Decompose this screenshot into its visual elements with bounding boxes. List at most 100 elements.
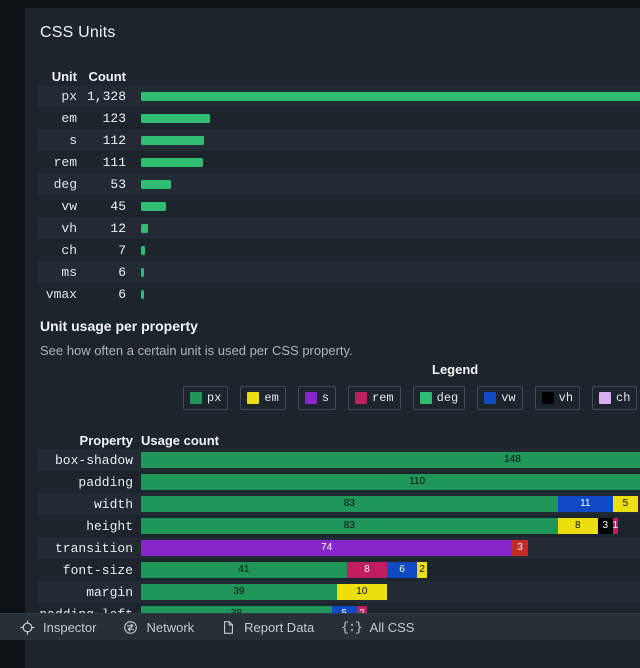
property-label: margin — [38, 585, 133, 600]
unit-count-bar — [141, 246, 145, 255]
network-icon — [123, 620, 138, 635]
property-row: box-shadow 148 — [38, 449, 640, 471]
unit-label: vh — [38, 221, 77, 236]
legend-item-deg[interactable]: deg — [413, 386, 466, 410]
unit-row: vh12 — [38, 217, 640, 239]
legend-swatch — [355, 392, 367, 404]
bottom-toolbar: Inspector Network Report Data {:} All CSS — [0, 613, 640, 640]
unit-count: 53 — [77, 177, 126, 192]
toolbar-item-network[interactable]: Network — [123, 620, 194, 635]
legend-label: em — [264, 392, 278, 404]
legend-swatch — [305, 392, 317, 404]
unit-row: deg53 — [38, 173, 640, 195]
legend-swatch — [420, 392, 432, 404]
unit-label: ms — [38, 265, 77, 280]
unit-count: 6 — [77, 287, 126, 302]
unit-count-bar — [141, 290, 144, 299]
inspector-icon — [20, 620, 35, 635]
toolbar-item-inspector[interactable]: Inspector — [20, 620, 96, 635]
legend-label: deg — [437, 392, 459, 404]
page-title: CSS Units — [40, 24, 640, 42]
legend-item-rem[interactable]: rem — [348, 386, 401, 410]
usage-bar: 83831 — [141, 518, 640, 534]
legend-item-s[interactable]: s — [298, 386, 336, 410]
usage-bar: 110 — [141, 474, 640, 490]
property-label: padding — [38, 475, 133, 490]
unit-count: 1,328 — [77, 89, 126, 104]
unit-count: 12 — [77, 221, 126, 236]
property-row: margin3910 — [38, 581, 640, 603]
property-label: width — [38, 497, 133, 512]
units-table-header: Unit Count — [38, 67, 640, 85]
unit-row: s112 — [38, 129, 640, 151]
unit-count-bar — [141, 224, 148, 233]
bar-segment-s: 74 — [141, 540, 512, 556]
unit-label: s — [38, 133, 77, 148]
bar-segment-em: 2 — [417, 562, 427, 578]
legend-item-ch[interactable]: ch — [592, 386, 637, 410]
unit-row: vw45 — [38, 195, 640, 217]
toolbar-item-report-data[interactable]: Report Data — [221, 620, 314, 635]
usage-bar: 743 — [141, 540, 640, 556]
toolbar-item-label: Inspector — [43, 620, 96, 635]
bar-segment-vw: 6 — [387, 562, 417, 578]
unit-count-bar — [141, 158, 203, 167]
bar-segment-rem: 1 — [613, 518, 618, 534]
legend-swatch — [190, 392, 202, 404]
unit-count: 45 — [77, 199, 126, 214]
unit-label: em — [38, 111, 77, 126]
unit-row: ms6 — [38, 261, 640, 283]
legend-item-vw[interactable]: vw — [477, 386, 522, 410]
legend-label: rem — [372, 392, 394, 404]
unit-row: vmax6 — [38, 283, 640, 305]
unit-count: 112 — [77, 133, 126, 148]
toolbar-item-label: Network — [146, 620, 194, 635]
bar-segment-vw: 11 — [558, 496, 613, 512]
legend-title: Legend — [432, 362, 640, 378]
bar-segment-em: 8 — [558, 518, 598, 534]
bar-segment-ms: 3 — [512, 540, 527, 556]
legend-swatch — [247, 392, 259, 404]
toolbar-item-all-css[interactable]: {:} All CSS — [341, 619, 414, 635]
unit-label: rem — [38, 155, 77, 170]
property-label: box-shadow — [38, 453, 133, 468]
bar-segment-vh: 3 — [598, 518, 613, 534]
unit-count-bar — [141, 202, 166, 211]
legend-item-em[interactable]: em — [240, 386, 285, 410]
property-row: width83115 — [38, 493, 640, 515]
unit-count-bar — [141, 268, 144, 277]
all-css-icon: {:} — [341, 619, 361, 635]
legend-label: s — [322, 392, 329, 404]
section-heading: Unit usage per property — [40, 318, 640, 335]
unit-label: deg — [38, 177, 77, 192]
section-subtitle: See how often a certain unit is used per… — [40, 343, 640, 358]
unit-count-bar — [141, 114, 210, 123]
legend-label: ch — [616, 392, 630, 404]
property-col-property: Property — [38, 433, 133, 448]
legend-swatch — [484, 392, 496, 404]
unit-label: px — [38, 89, 77, 104]
legend: pxemsremdegvwvhchms — [183, 386, 640, 410]
bar-segment-rem: 8 — [347, 562, 387, 578]
unit-row: ch7 — [38, 239, 640, 261]
bar-segment-px: 148 — [141, 452, 640, 468]
report-panel: CSS Units Unit Count px1,328em123s112rem… — [25, 8, 640, 668]
unit-label: vmax — [38, 287, 77, 302]
unit-label: vw — [38, 199, 77, 214]
legend-item-px[interactable]: px — [183, 386, 228, 410]
legend-label: vw — [501, 392, 515, 404]
unit-count-bar — [141, 136, 204, 145]
units-col-count: Count — [77, 69, 126, 84]
bar-segment-px: 83 — [141, 496, 558, 512]
property-label: font-size — [38, 563, 133, 578]
bar-segment-px: 41 — [141, 562, 347, 578]
property-row: height83831 — [38, 515, 640, 537]
legend-item-vh[interactable]: vh — [535, 386, 580, 410]
property-table-header: Property Usage count — [38, 431, 640, 449]
legend-label: px — [207, 392, 221, 404]
property-col-usage: Usage count — [141, 433, 640, 448]
property-label: transition — [38, 541, 133, 556]
legend-swatch — [599, 392, 611, 404]
property-table-body: box-shadow148padding110width83115height8… — [25, 449, 640, 625]
toolbar-item-label: All CSS — [370, 620, 415, 635]
